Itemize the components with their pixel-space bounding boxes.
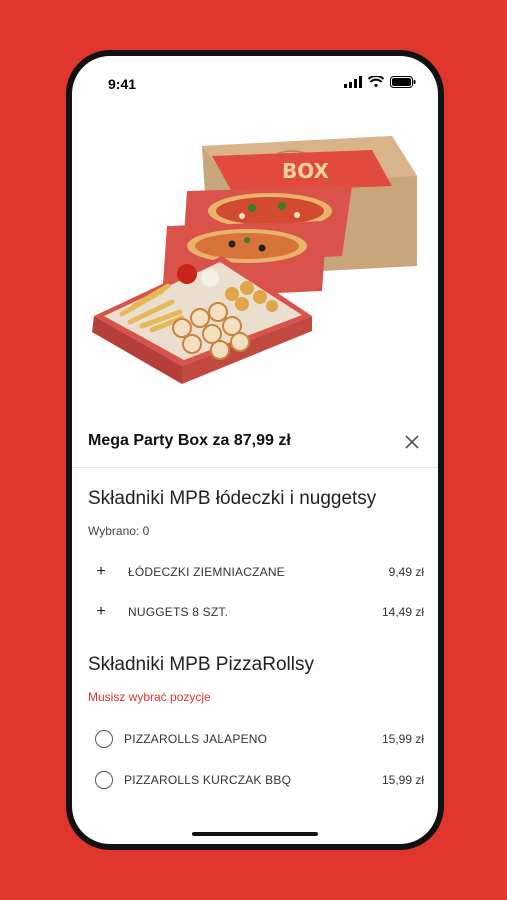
close-button[interactable] <box>400 430 424 454</box>
option-label: NUGGETS 8 SZT. <box>128 605 229 619</box>
plus-icon[interactable]: + <box>86 597 116 627</box>
option-label: ŁÓDECZKI ZIEMNIACZANE <box>128 565 285 579</box>
option-label: PIZZAROLLS JALAPENO <box>124 732 268 746</box>
status-icons <box>344 76 416 88</box>
phone-frame: 9:41 BOX Mega Party Box za 87,99 zł Skła… <box>66 50 444 850</box>
required-warning: Musisz wybrać pozycje <box>88 690 211 704</box>
option-price: 15,99 zł <box>381 732 424 746</box>
product-title: Mega Party Box za 87,99 zł <box>88 432 291 449</box>
selected-count: Wybrano: 0 <box>88 524 150 538</box>
box-logo-text: BOX <box>282 159 330 183</box>
option-price: 15,99 zł <box>381 773 424 787</box>
app-screen: 9:41 BOX Mega Party Box za 87,99 zł Skła… <box>72 56 438 844</box>
section-title-boats-nuggets: Składniki MPB łódeczki i nuggetsy <box>88 488 377 509</box>
option-row-kurczak-bbq[interactable]: PIZZAROLLS KURCZAK BBQ 15,99 zł <box>86 762 424 798</box>
option-row-nuggets[interactable]: + NUGGETS 8 SZT. 14,49 zł <box>86 594 424 630</box>
home-indicator[interactable] <box>192 832 318 836</box>
option-row-jalapeno[interactable]: PIZZAROLLS JALAPENO 15,99 zł <box>86 721 424 757</box>
option-price: 9,49 zł <box>388 565 424 579</box>
option-row-lodeczki[interactable]: + ŁÓDECZKI ZIEMNIACZANE 9,49 zł <box>86 554 424 590</box>
plus-icon[interactable]: + <box>86 557 116 587</box>
section-title-pizzarolls: Składniki MPB PizzaRollsy <box>88 654 314 675</box>
radio-icon[interactable] <box>95 730 113 748</box>
product-image: BOX <box>92 136 417 384</box>
wifi-icon <box>368 76 384 88</box>
close-icon <box>405 435 419 449</box>
option-label: PIZZAROLLS KURCZAK BBQ <box>124 773 292 787</box>
battery-icon <box>390 76 416 88</box>
status-time: 9:41 <box>108 76 137 92</box>
product-header: Mega Party Box za 87,99 zł <box>72 422 438 468</box>
status-bar: 9:41 <box>72 56 438 106</box>
radio-icon[interactable] <box>95 771 113 789</box>
option-price: 14,49 zł <box>381 605 424 619</box>
signal-icon <box>344 76 362 88</box>
